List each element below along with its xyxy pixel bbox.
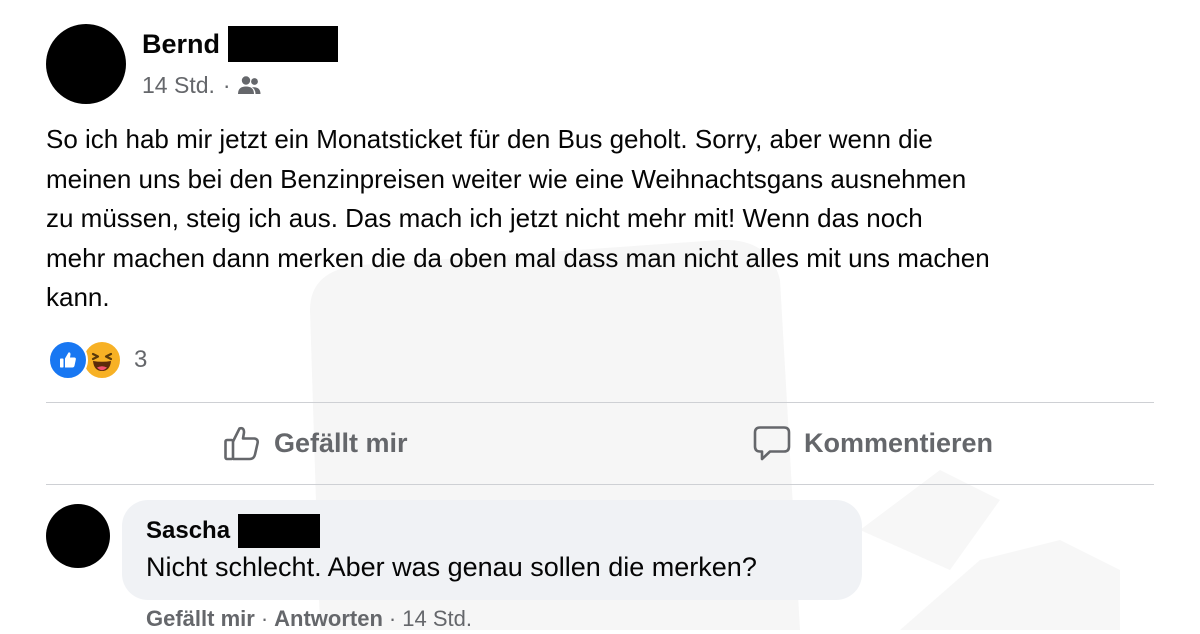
post-text-line: meinen uns bei den Benzinpreisen weiter … xyxy=(46,163,967,194)
haha-reaction-icon xyxy=(82,340,122,380)
redacted-surname xyxy=(238,514,321,548)
comment-reply-link[interactable]: Antworten xyxy=(274,606,383,632)
divider xyxy=(46,484,1154,485)
comment-bubble-icon xyxy=(752,423,792,463)
author-row: Bernd xyxy=(142,24,339,64)
post-text-line: kann. xyxy=(46,282,110,312)
facebook-post: Bernd 14 Std. · So ich hab mir jetzt ein… xyxy=(0,0,1200,632)
commenter-avatar[interactable] xyxy=(46,504,110,568)
divider xyxy=(46,402,1154,403)
commenter-name[interactable]: Sascha xyxy=(146,517,230,545)
redacted-surname xyxy=(228,26,339,62)
author-avatar[interactable] xyxy=(46,24,126,104)
comment-actions-separator: · xyxy=(388,606,397,631)
like-button-label: Gefällt mir xyxy=(274,427,408,458)
post-meta: 14 Std. · xyxy=(142,68,261,102)
post-text-line: So ich hab mir jetzt ein Monatsticket fü… xyxy=(46,124,933,154)
like-reaction-icon xyxy=(48,340,88,380)
reaction-count: 3 xyxy=(134,346,148,373)
thumbs-up-icon xyxy=(222,423,262,463)
friends-icon[interactable] xyxy=(237,75,261,95)
post-timestamp[interactable]: 14 Std. xyxy=(142,72,215,99)
author-name[interactable]: Bernd xyxy=(142,29,220,60)
comment-button-label: Kommentieren xyxy=(804,427,994,458)
like-button[interactable]: Gefällt mir xyxy=(222,420,408,466)
comment-like-link[interactable]: Gefällt mir xyxy=(146,606,255,632)
commenter-row: Sascha xyxy=(146,512,321,550)
comment-timestamp[interactable]: 14 Std. xyxy=(402,606,472,632)
comment-button[interactable]: Kommentieren xyxy=(752,420,993,466)
post-text: So ich hab mir jetzt ein Monatsticket fü… xyxy=(46,120,1166,318)
meta-separator: · xyxy=(222,71,231,98)
comment-text: Nicht schlecht. Aber was genau sollen di… xyxy=(146,552,757,582)
reactions-summary[interactable]: 3 xyxy=(48,340,147,380)
comment-actions-separator: · xyxy=(260,606,269,631)
post-text-line: zu müssen, steig ich aus. Das mach ich j… xyxy=(46,203,923,233)
post-text-line: mehr machen dann merken die da oben mal … xyxy=(46,242,990,273)
